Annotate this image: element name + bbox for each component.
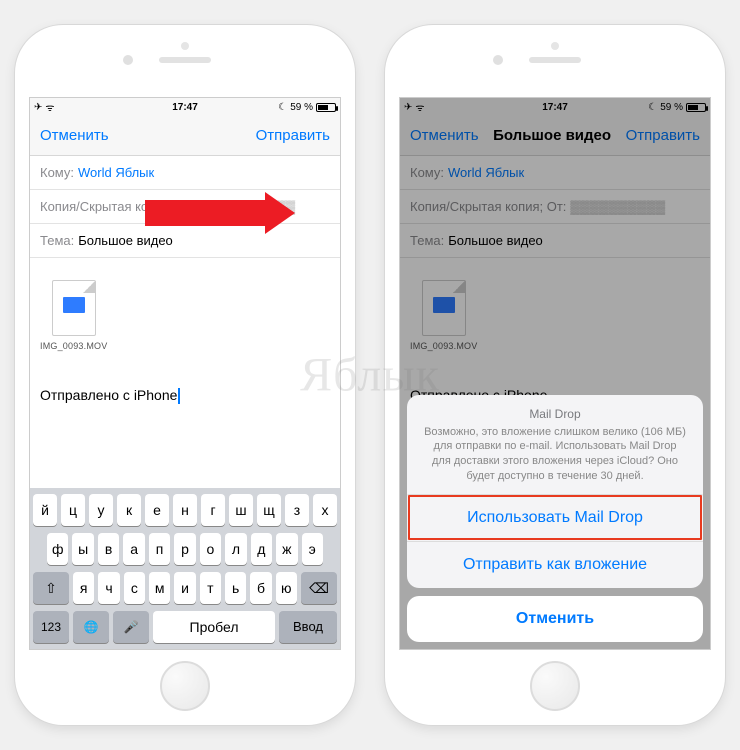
cc-field[interactable]: Копия/Скрытая копия; От: ▓▓▓▓▓▓▓▓▓▓ [30, 190, 340, 224]
mic-key[interactable]: 🎤 [113, 611, 149, 643]
send-button[interactable]: Отправить [256, 127, 330, 144]
key-ы[interactable]: ы [72, 533, 93, 565]
home-button[interactable] [530, 661, 580, 711]
key-с[interactable]: с [124, 572, 145, 604]
key-row-2: фывапролджэ [33, 533, 337, 565]
to-label: Кому: [40, 165, 74, 180]
home-button[interactable] [160, 661, 210, 711]
screen-left: ✈ ᯤ 17:47 ☾ 59 % Отменить Отправить Кому… [29, 97, 341, 650]
space-key[interactable]: Пробел [153, 611, 275, 643]
key-row-1: йцукенгшщзх [33, 494, 337, 526]
subject-value: Большое видео [78, 233, 173, 248]
return-key[interactable]: Ввод [279, 611, 337, 643]
signature-line[interactable]: Отправлено с iPhone [40, 387, 330, 404]
key-ч[interactable]: ч [98, 572, 119, 604]
key-э[interactable]: э [302, 533, 323, 565]
action-sheet-message: Возможно, это вложение слишком велико (1… [423, 425, 687, 484]
use-mail-drop-button[interactable]: Использовать Mail Drop [407, 494, 703, 541]
key-у[interactable]: у [89, 494, 113, 526]
moon-icon: ☾ [278, 102, 287, 113]
battery-icon [316, 103, 336, 112]
shift-key[interactable]: ⇧ [33, 572, 69, 604]
key-ж[interactable]: ж [276, 533, 297, 565]
key-т[interactable]: т [200, 572, 221, 604]
key-щ[interactable]: щ [257, 494, 281, 526]
key-о[interactable]: о [200, 533, 221, 565]
key-х[interactable]: х [313, 494, 337, 526]
key-я[interactable]: я [73, 572, 94, 604]
key-м[interactable]: м [149, 572, 170, 604]
key-з[interactable]: з [285, 494, 309, 526]
status-bar: ✈ ᯤ 17:47 ☾ 59 % [30, 98, 340, 116]
key-б[interactable]: б [250, 572, 271, 604]
attachment-filename: IMG_0093.MOV [40, 341, 107, 351]
compose-navbar: Отменить Отправить [30, 116, 340, 156]
status-time: 17:47 [172, 102, 198, 113]
backspace-key[interactable]: ⌫ [301, 572, 337, 604]
key-к[interactable]: к [117, 494, 141, 526]
keyboard: йцукенгшщзх фывапролджэ ⇧ ячсмитьбю ⌫ 12… [30, 488, 340, 649]
key-ц[interactable]: ц [61, 494, 85, 526]
screen-right: ✈ ᯤ 17:47 ☾ 59 % Отменить Большое видео … [399, 97, 711, 650]
numbers-key[interactable]: 123 [33, 611, 69, 643]
cc-label: Копия/Скрытая копия; От: [40, 199, 196, 214]
key-ю[interactable]: ю [276, 572, 297, 604]
key-р[interactable]: р [174, 533, 195, 565]
send-as-attachment-button[interactable]: Отправить как вложение [407, 541, 703, 588]
key-д[interactable]: д [251, 533, 272, 565]
compose-body[interactable]: IMG_0093.MOV Отправлено с iPhone [30, 258, 340, 414]
action-sheet-header: Mail Drop Возможно, это вложение слишком… [407, 395, 703, 494]
airplane-mode-icon: ✈ [34, 102, 42, 113]
key-е[interactable]: е [145, 494, 169, 526]
action-sheet-title: Mail Drop [423, 407, 687, 421]
key-и[interactable]: и [174, 572, 195, 604]
key-ш[interactable]: ш [229, 494, 253, 526]
subject-field[interactable]: Тема: Большое видео [30, 224, 340, 258]
key-а[interactable]: а [123, 533, 144, 565]
key-г[interactable]: г [201, 494, 225, 526]
text-cursor [178, 388, 180, 404]
key-ь[interactable]: ь [225, 572, 246, 604]
cc-value-blurred: ▓▓▓▓▓▓▓▓▓▓ [200, 199, 295, 214]
subject-label: Тема: [40, 233, 74, 248]
wifi-icon: ᯤ [45, 100, 54, 114]
globe-key[interactable]: 🌐 [73, 611, 109, 643]
to-value: World Яблык [78, 165, 154, 180]
to-field[interactable]: Кому: World Яблык [30, 156, 340, 190]
key-й[interactable]: й [33, 494, 57, 526]
iphone-left: ✈ ᯤ 17:47 ☾ 59 % Отменить Отправить Кому… [15, 25, 355, 725]
key-в[interactable]: в [98, 533, 119, 565]
iphone-right: ✈ ᯤ 17:47 ☾ 59 % Отменить Большое видео … [385, 25, 725, 725]
attachment[interactable]: IMG_0093.MOV [40, 280, 107, 351]
video-file-icon [52, 280, 96, 336]
battery-pct: 59 % [290, 102, 313, 113]
action-sheet-cancel-button[interactable]: Отменить [407, 596, 703, 642]
key-ф[interactable]: ф [47, 533, 68, 565]
action-sheet: Mail Drop Возможно, это вложение слишком… [407, 395, 703, 642]
key-л[interactable]: л [225, 533, 246, 565]
cancel-button[interactable]: Отменить [40, 127, 109, 144]
key-row-3: ⇧ ячсмитьбю ⌫ [33, 572, 337, 604]
key-н[interactable]: н [173, 494, 197, 526]
key-п[interactable]: п [149, 533, 170, 565]
